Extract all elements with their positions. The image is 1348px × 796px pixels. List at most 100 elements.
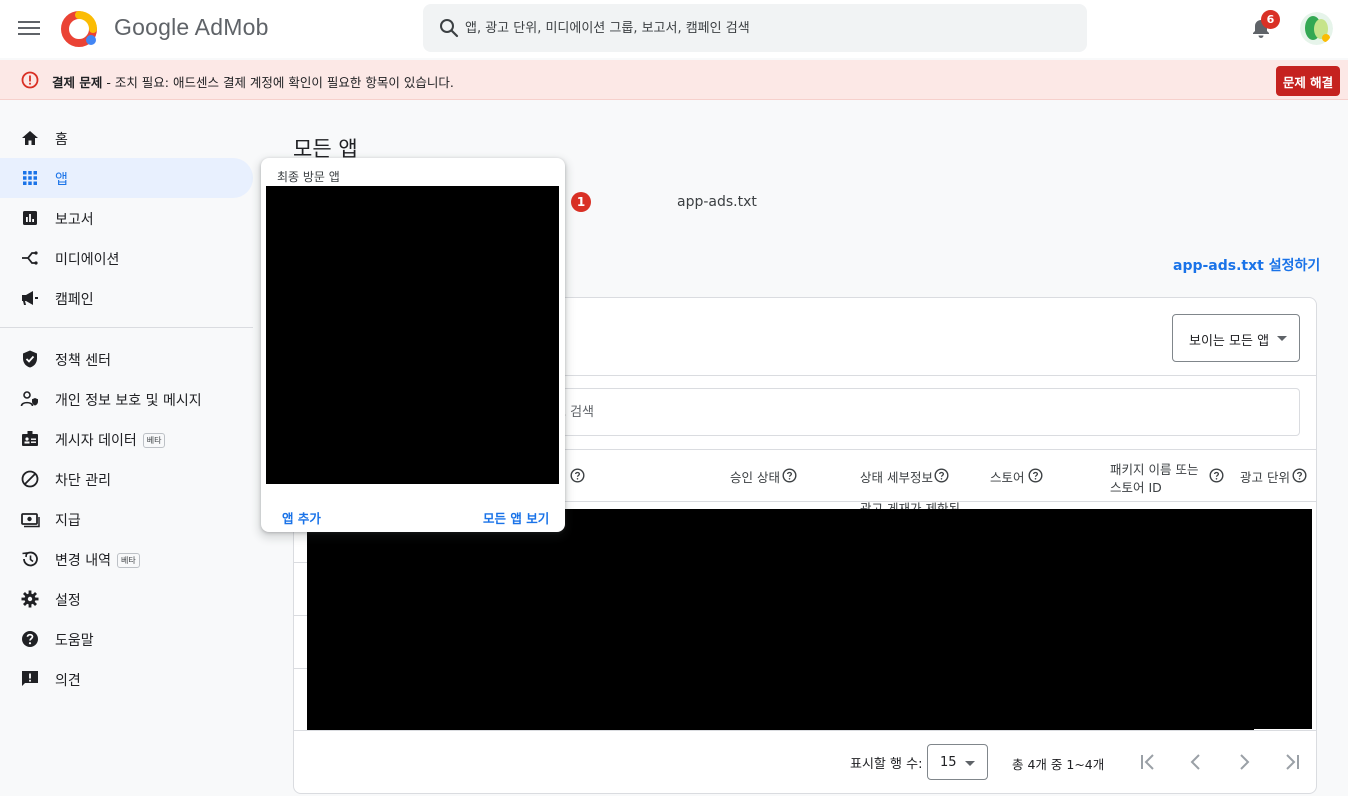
policy-shield-icon (23, 350, 37, 368)
brand-name: Google AdMob (114, 14, 269, 40)
privacy-icon (20, 391, 38, 407)
beta-badge: 베타 (142, 433, 166, 448)
payments-icon (21, 513, 40, 528)
sidebar-item-label: 앱 (55, 172, 68, 188)
publisher-data-icon (22, 431, 38, 446)
sidebar-item-label: 차단 관리 (55, 473, 111, 489)
column-help-icon[interactable] (1028, 468, 1043, 483)
sidebar-divider (0, 327, 253, 328)
mediation-icon (22, 251, 38, 265)
sidebar-item-mediation[interactable]: 미디에이션 (0, 238, 253, 278)
sidebar-item-home[interactable]: 홈 (0, 118, 253, 158)
sidebar-item-label: 도움말 (55, 633, 94, 649)
apps-grid-icon (23, 171, 37, 185)
table-footer-border (294, 730, 1316, 731)
sidebar-item-blocking-controls[interactable]: 차단 관리 (0, 459, 253, 499)
campaign-icon (22, 291, 38, 305)
global-search[interactable] (423, 4, 1087, 52)
alert-message: 결제 문제 - 조치 필요: 애드센스 결제 계정에 확인이 필요한 항목이 있… (52, 72, 454, 91)
table-row-divider (294, 615, 307, 616)
sidebar-item-text: 게시자 데이터 (55, 433, 137, 449)
app-visibility-filter[interactable]: 보이는 모든 앱 (1172, 314, 1300, 362)
admob-logo[interactable] (60, 11, 98, 47)
first-page-icon[interactable] (1136, 750, 1160, 774)
beta-badge: 베타 (116, 553, 140, 568)
sidebar-item-payments[interactable]: 지급 (0, 499, 253, 539)
sidebar-item-label: 정책 센터 (55, 353, 111, 369)
history-icon (22, 551, 38, 567)
sidebar-item-label: 홈 (55, 132, 68, 148)
search-icon (440, 19, 459, 38)
home-icon (22, 131, 38, 145)
sidebar-item-apps[interactable]: 앱 (0, 158, 253, 198)
sidebar-item-publisher-data[interactable]: 게시자 데이터 베타 (0, 419, 253, 459)
pagination-range: 총 4개 중 1~4개 (1012, 757, 1105, 772)
column-help-icon[interactable] (782, 468, 797, 483)
account-avatar[interactable] (1300, 12, 1333, 45)
sidebar-item-reports[interactable]: 보고서 (0, 198, 253, 238)
table-search[interactable] (545, 388, 1300, 436)
sidebar-item-privacy[interactable]: 개인 정보 보호 및 메시지 (0, 379, 253, 419)
filter-selected-value: 보이는 모든 앱 (1189, 334, 1270, 349)
hamburger-menu-icon[interactable] (18, 18, 40, 40)
sidebar-item-change-history[interactable]: 변경 내역 베타 (0, 539, 253, 579)
tab-app-ads-txt[interactable]: app-ads.txt (677, 194, 757, 210)
column-header-approval-status[interactable]: 승인 상태 (730, 467, 780, 486)
help-icon (22, 631, 38, 647)
sidebar-item-label: 의견 (55, 673, 81, 689)
add-app-button[interactable]: 앱 추가 (282, 508, 321, 527)
billing-alert-banner: 결제 문제 - 조치 필요: 애드센스 결제 계정에 확인이 필요한 항목이 있… (0, 60, 1348, 100)
redacted-recent-apps-list[interactable] (266, 186, 559, 484)
table-row-divider (294, 562, 307, 563)
status-detail-cell: 광고 게재가 제한된 (860, 500, 980, 509)
column-help-icon[interactable] (1209, 468, 1224, 483)
notification-count-badge: 6 (1261, 10, 1280, 29)
column-header-ad-units[interactable]: 광고 단위 (1240, 467, 1290, 486)
table-row-divider (294, 668, 307, 669)
sidebar-item-label: 변경 내역 베타 (55, 550, 140, 570)
redacted-table-rows (307, 509, 1312, 730)
search-input[interactable] (465, 4, 1065, 52)
sidebar-item-help[interactable]: 도움말 (0, 619, 253, 659)
error-icon (21, 71, 39, 89)
column-header-status-details[interactable]: 상태 세부정보 (860, 467, 933, 486)
sidebar-item-label: 설정 (55, 593, 81, 609)
sidebar-item-label: 개인 정보 보호 및 메시지 (55, 393, 202, 409)
rows-per-page-select[interactable]: 15 (927, 744, 988, 780)
sidebar-item-label: 게시자 데이터 베타 (55, 430, 166, 450)
block-icon (21, 470, 39, 488)
sidebar-item-settings[interactable]: 설정 (0, 579, 253, 619)
sidebar-item-label: 캠페인 (55, 292, 94, 308)
sidebar-item-label: 지급 (55, 513, 81, 529)
table-search-input[interactable] (554, 389, 1254, 435)
view-all-apps-button[interactable]: 모든 앱 보기 (483, 508, 549, 527)
feedback-icon (22, 671, 38, 686)
column-help-icon[interactable] (1292, 468, 1307, 483)
sidebar-item-text: 변경 내역 (55, 553, 111, 569)
column-help-icon[interactable] (934, 468, 949, 483)
gear-icon (21, 590, 39, 608)
sidebar-item-label: 보고서 (55, 212, 94, 228)
previous-page-icon[interactable] (1184, 750, 1208, 774)
next-page-icon[interactable] (1232, 750, 1256, 774)
reports-icon (23, 211, 37, 225)
resolve-issue-button[interactable]: 문제 해결 (1276, 66, 1340, 96)
app-ads-setup-link[interactable]: app-ads.txt 설정하기 (1173, 255, 1320, 275)
column-header-package-name[interactable]: 패키지 이름 또는 (1110, 459, 1198, 478)
sidebar-item-policy-center[interactable]: 정책 센터 (0, 339, 253, 379)
alert-detail: - 조치 필요: 애드센스 결제 계정에 확인이 필요한 항목이 있습니다. (102, 75, 454, 90)
column-header-package-name-line2: 스토어 ID (1110, 480, 1162, 495)
recent-apps-popover: 최종 방문 앱 앱 추가 모든 앱 보기 (261, 158, 565, 532)
column-help-icon[interactable] (570, 468, 585, 483)
alert-title: 결제 문제 (52, 75, 103, 90)
top-app-bar: Google AdMob 6 (0, 0, 1348, 58)
sidebar-item-label: 미디에이션 (55, 252, 120, 268)
sidebar-item-feedback[interactable]: 의견 (0, 659, 253, 699)
tab-alert-badge: 1 (571, 192, 591, 212)
dropdown-arrow-icon (1277, 336, 1287, 341)
column-header-store[interactable]: 스토어 (990, 467, 1025, 486)
rows-per-page-value: 15 (940, 755, 957, 770)
last-page-icon[interactable] (1280, 750, 1304, 774)
status-detail-text: 광고 게재가 제한된 (860, 501, 960, 509)
sidebar-item-campaigns[interactable]: 캠페인 (0, 278, 253, 318)
